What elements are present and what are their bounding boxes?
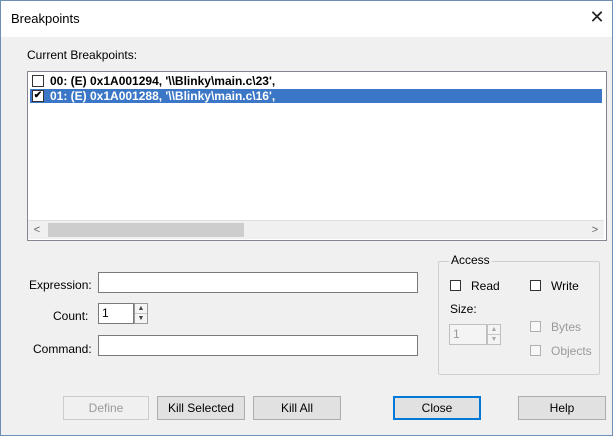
close-icon[interactable]: ✕: [587, 7, 607, 27]
scroll-left-arrow-icon[interactable]: <: [28, 221, 46, 239]
breakpoint-row-00[interactable]: 00: (E) 0x1A001294, '\\Blinky\main.c\23'…: [30, 74, 602, 88]
current-breakpoints-label: Current Breakpoints:: [27, 48, 138, 62]
command-input[interactable]: [98, 335, 418, 356]
breakpoint-row-01[interactable]: ✔ 01: (E) 0x1A001288, '\\Blinky\main.c\1…: [30, 89, 602, 103]
expression-input[interactable]: [98, 272, 418, 293]
count-spinner[interactable]: ▲ ▼: [134, 303, 148, 324]
access-group-title: Access: [449, 253, 492, 267]
horizontal-scrollbar[interactable]: < >: [28, 220, 604, 239]
write-label: Write: [551, 279, 579, 293]
count-label: Count:: [53, 309, 89, 323]
title-bar: Breakpoints ✕: [1, 1, 612, 37]
window-title: Breakpoints: [11, 11, 80, 26]
kill-all-button[interactable]: Kill All: [253, 396, 341, 420]
size-spinner[interactable]: ▲ ▼: [487, 324, 501, 345]
read-checkbox[interactable]: [450, 280, 461, 291]
breakpoint-text: 01: (E) 0x1A001288, '\\Blinky\main.c\16'…: [50, 89, 276, 103]
command-label: Command:: [33, 342, 92, 356]
expression-label: Expression:: [29, 278, 92, 292]
read-label: Read: [471, 279, 500, 293]
spin-up-icon[interactable]: ▲: [488, 325, 500, 335]
breakpoint-list[interactable]: 00: (E) 0x1A001294, '\\Blinky\main.c\23'…: [27, 71, 607, 241]
spin-up-icon[interactable]: ▲: [135, 304, 147, 314]
define-button[interactable]: Define: [63, 396, 149, 420]
size-label: Size:: [450, 302, 477, 316]
objects-checkbox[interactable]: [530, 345, 541, 356]
help-button[interactable]: Help: [518, 396, 606, 420]
breakpoints-dialog: Breakpoints ✕ Current Breakpoints: 00: (…: [0, 0, 613, 436]
count-input[interactable]: 1: [98, 303, 134, 324]
objects-label: Objects: [551, 344, 592, 358]
close-button[interactable]: Close: [393, 396, 481, 420]
kill-selected-button[interactable]: Kill Selected: [157, 396, 245, 420]
spin-down-icon[interactable]: ▼: [135, 314, 147, 323]
scrollbar-thumb[interactable]: [48, 223, 244, 237]
bytes-checkbox[interactable]: [530, 321, 541, 332]
spin-down-icon[interactable]: ▼: [488, 335, 500, 344]
write-checkbox[interactable]: [530, 280, 541, 291]
breakpoint-text: 00: (E) 0x1A001294, '\\Blinky\main.c\23'…: [50, 74, 276, 88]
scroll-right-arrow-icon[interactable]: >: [586, 221, 604, 239]
breakpoint-enable-checkbox[interactable]: ✔: [32, 90, 44, 102]
breakpoint-enable-checkbox[interactable]: [32, 75, 44, 87]
bytes-label: Bytes: [551, 320, 582, 334]
size-input[interactable]: 1: [449, 324, 487, 345]
